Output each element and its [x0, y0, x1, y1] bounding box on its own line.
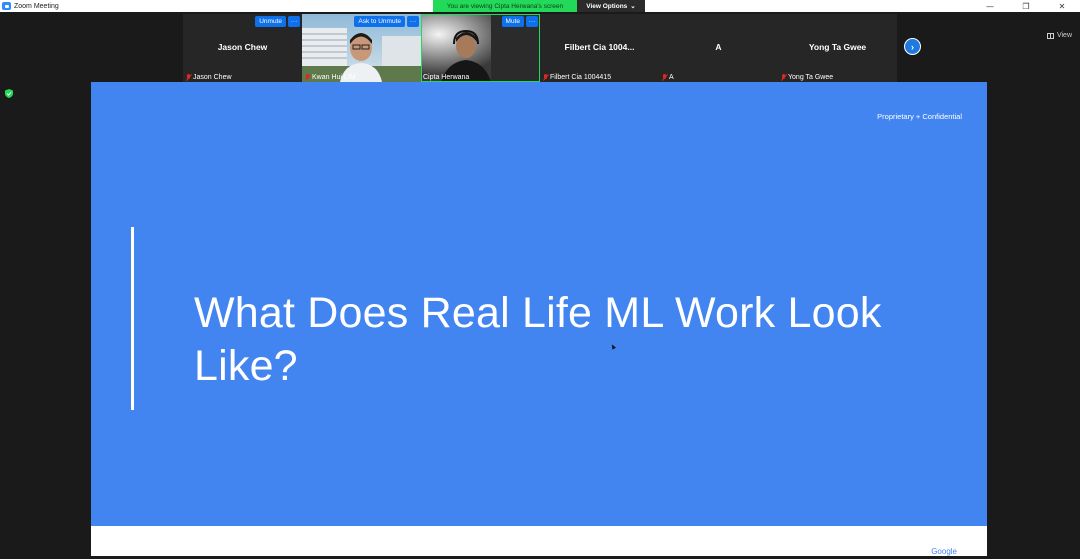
participant-display-name: Filbert Cia 1004... [564, 42, 635, 52]
confidential-label: Proprietary + Confidential [877, 112, 962, 121]
more-options-button[interactable]: ··· [526, 16, 538, 27]
participant-tile[interactable]: A A [659, 14, 778, 82]
participant-name: Kwan Hui LIM [312, 74, 356, 81]
participant-label: Jason Chew [185, 74, 232, 81]
unmute-button[interactable]: Unmute [255, 16, 286, 27]
zoom-app-icon [2, 2, 11, 10]
view-options-label: View Options [586, 2, 628, 10]
google-logo: Google [931, 547, 957, 556]
restore-button[interactable]: ❐ [1008, 0, 1044, 12]
view-options-button[interactable]: View Options ⌄ [577, 0, 645, 12]
shared-screen-slide: Proprietary + Confidential What Does Rea… [91, 82, 987, 526]
participant-label: Cipta Herwana [423, 74, 469, 81]
muted-mic-icon [661, 74, 667, 81]
participant-name: Jason Chew [193, 74, 232, 81]
next-page-button[interactable]: › [904, 38, 921, 55]
window-controls: — ❐ ✕ [972, 0, 1080, 12]
participant-label: A [661, 74, 674, 81]
view-button[interactable]: View [1046, 32, 1072, 39]
participant-name: Cipta Herwana [423, 74, 470, 81]
tile-controls: Unmute ··· [255, 16, 300, 27]
tile-controls: Mute ··· [501, 16, 538, 27]
participant-name: A [669, 74, 674, 81]
tile-controls: Ask to Unmute ··· [354, 16, 419, 27]
participant-label: Yong Ta Gwee [780, 74, 833, 81]
participant-tile[interactable]: Yong Ta Gwee Yong Ta Gwee [778, 14, 897, 82]
close-button[interactable]: ✕ [1044, 0, 1080, 12]
ask-to-unmute-button[interactable]: Ask to Unmute [354, 16, 405, 27]
next-slide-preview: Google [91, 526, 987, 556]
participant-tile[interactable]: Filbert Cia 1004... Filbert Cia 1004415 [540, 14, 659, 82]
more-options-button[interactable]: ··· [288, 16, 300, 27]
participant-video-tile[interactable]: Ask to Unmute ··· Kwan Hui LIM [302, 14, 421, 82]
screen-share-banner: You are viewing Cipta Herwana's screen V… [433, 0, 645, 12]
encryption-shield-icon[interactable] [5, 89, 13, 98]
participant-display-name: Yong Ta Gwee [808, 42, 867, 52]
mute-button[interactable]: Mute [501, 16, 524, 27]
view-button-label: View [1056, 32, 1072, 39]
participant-name: Yong Ta Gwee [788, 74, 834, 81]
participant-label: Kwan Hui LIM [304, 74, 356, 81]
muted-mic-icon [542, 74, 548, 81]
viewing-screen-label: You are viewing Cipta Herwana's screen [433, 0, 577, 12]
participant-tile[interactable]: Jason Chew Unmute ··· Jason Chew [183, 14, 302, 82]
participant-display-name: A [715, 42, 722, 52]
slide-title: What Does Real Life ML Work Look Like? [194, 289, 882, 390]
chevron-down-icon: ⌄ [630, 3, 636, 10]
gallery-view-icon [1046, 32, 1054, 39]
participant-strip: Jason Chew Unmute ··· Jason Chew Ask to … [183, 14, 897, 82]
participant-label: Filbert Cia 1004415 [542, 74, 611, 81]
minimize-button[interactable]: — [972, 0, 1008, 12]
active-speaker-video-tile[interactable]: Mute ··· Cipta Herwana [421, 14, 540, 82]
muted-mic-icon [185, 74, 191, 81]
window-title: Zoom Meeting [14, 2, 59, 10]
muted-mic-icon [780, 74, 786, 81]
participant-name: Filbert Cia 1004415 [550, 74, 612, 81]
muted-mic-icon [304, 74, 310, 81]
more-options-button[interactable]: ··· [407, 16, 419, 27]
chevron-right-icon: › [911, 41, 914, 52]
slide-accent-bar [131, 227, 134, 410]
